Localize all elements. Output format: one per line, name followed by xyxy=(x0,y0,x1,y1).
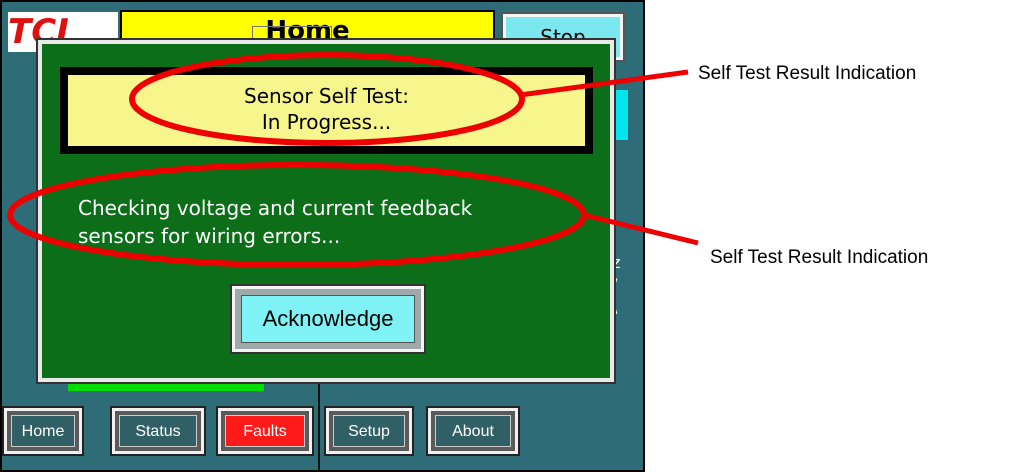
touch-panel-screen: TCI Home Stop z / \ Home Status Faults S… xyxy=(0,0,645,472)
callout-label-top: Self Test Result Indication xyxy=(698,63,917,84)
callout-label-bottom: Self Test Result Indication xyxy=(710,247,929,268)
screen-frame xyxy=(0,0,645,472)
